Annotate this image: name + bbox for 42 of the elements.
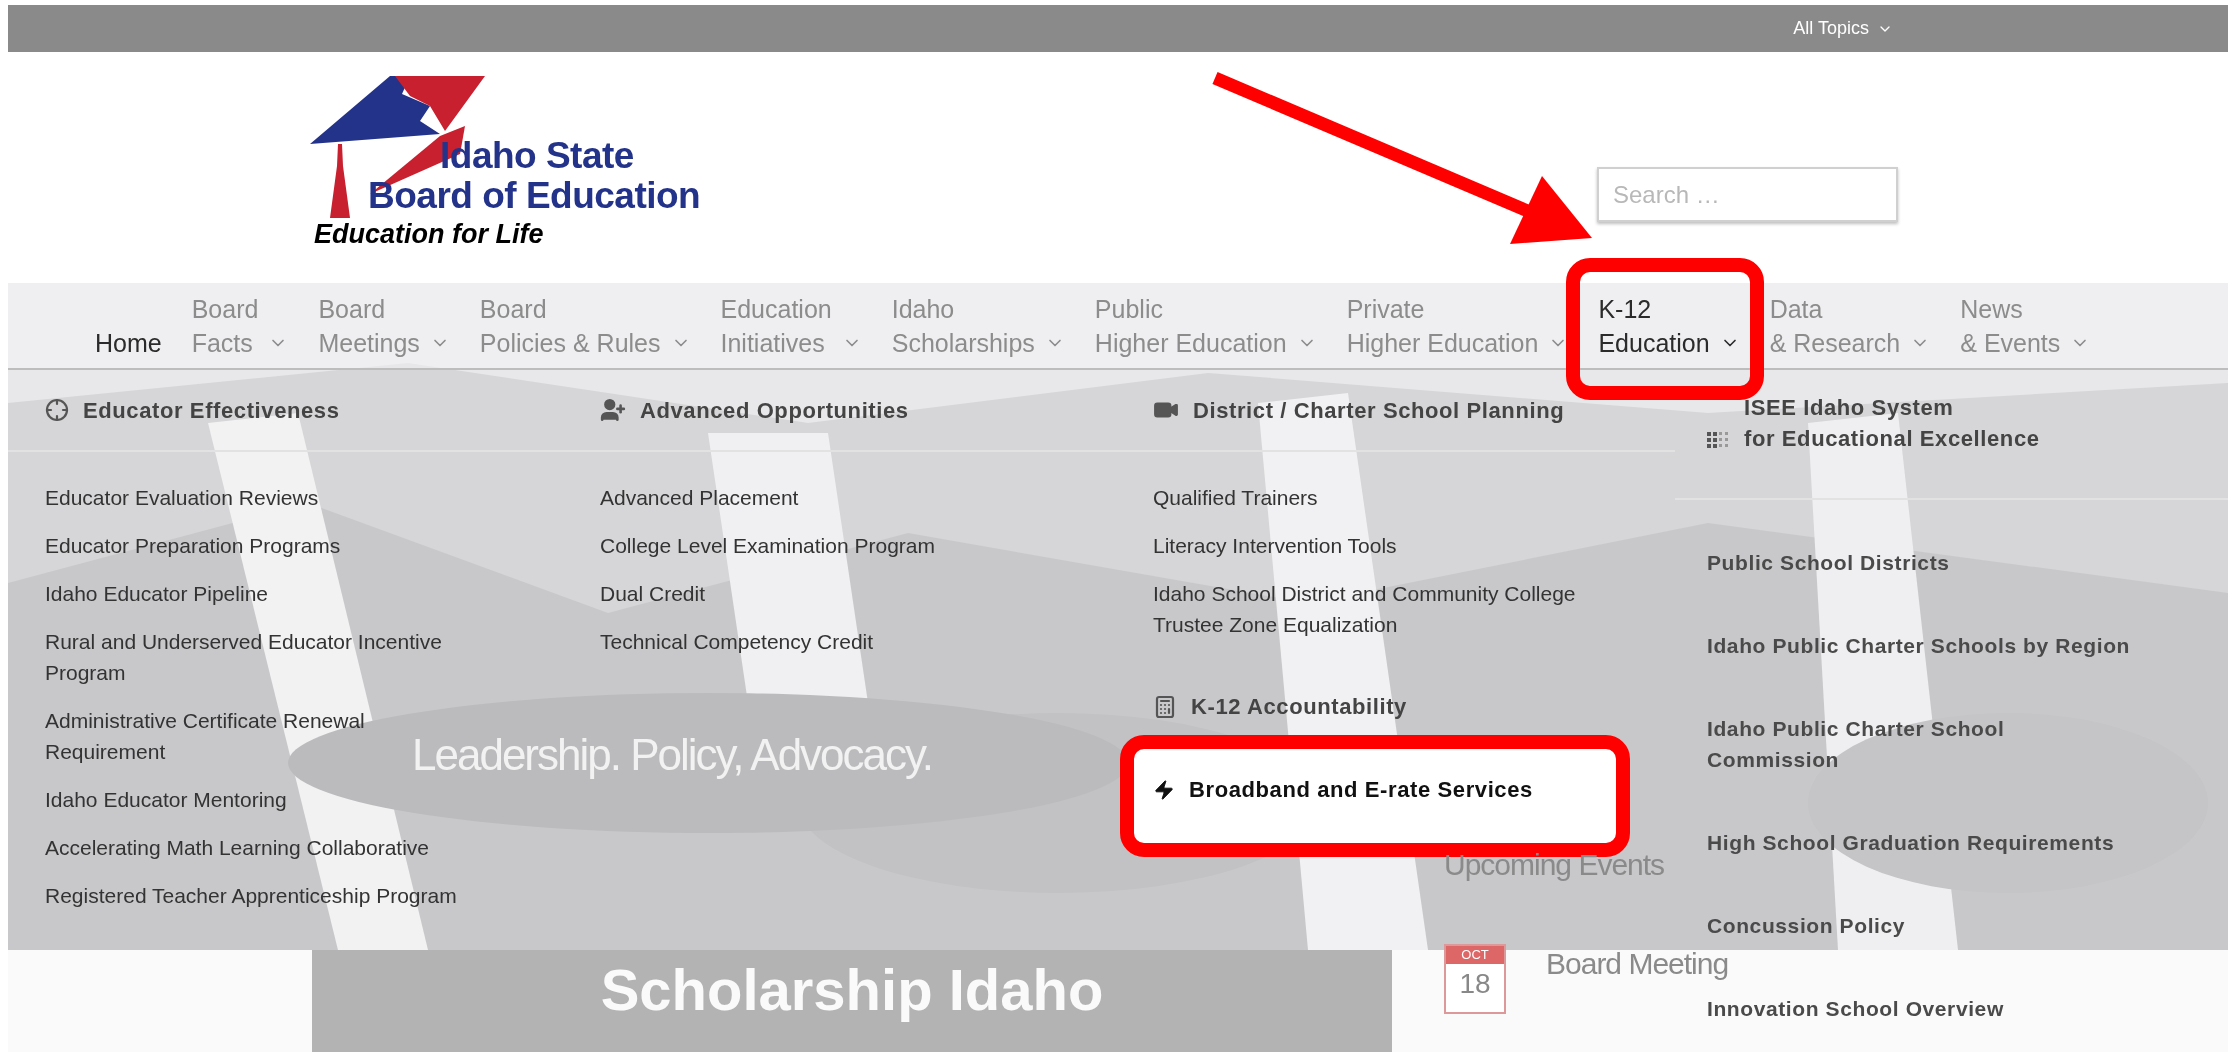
menu-link[interactable]: Idaho Public Charter School Commission <box>1707 713 2005 775</box>
events-title: Upcoming Events <box>1444 847 1665 883</box>
event-title: Board Meeting <box>1546 946 1729 982</box>
grid-dots-icon <box>1707 432 1730 448</box>
menu-link[interactable]: Qualified Trainers <box>1153 482 1318 513</box>
logo-title: Idaho State <box>439 136 635 176</box>
menu-link[interactable]: Innovation School Overview <box>1707 993 2004 1024</box>
section-heading[interactable]: Educator Effectiveness <box>83 393 340 427</box>
menu-link[interactable]: Educator Evaluation Reviews <box>45 482 319 513</box>
menu-link[interactable]: Literacy Intervention Tools <box>1153 530 1397 561</box>
menu-link[interactable]: Idaho Public Charter Schools by Region <box>1707 630 2131 661</box>
menu-link[interactable]: Registered Teacher Apprenticeship Program <box>45 880 457 911</box>
section-heading[interactable]: District / Charter School Planning <box>1193 393 1565 427</box>
logo-title: Board of Education <box>368 176 701 216</box>
menu-link[interactable]: Technical Competency Credit <box>600 626 874 657</box>
menu-link[interactable]: Concussion Policy <box>1707 910 1906 941</box>
section-heading[interactable]: Advanced Opportunities <box>640 393 909 427</box>
calculator-icon <box>1153 694 1177 719</box>
menu-link[interactable]: Advanced Placement <box>600 482 799 513</box>
menu-link[interactable]: Public School Districts <box>1707 547 1950 578</box>
nav-item[interactable]: K-12 Education <box>1598 292 1740 360</box>
section-heading[interactable]: ISEE Idaho System for Educational Excellence <box>1744 392 2040 454</box>
menu-link[interactable]: High School Graduation Requirements <box>1707 827 2115 858</box>
menu-link[interactable]: Rural and Underserved Educator Incentive Program <box>45 626 442 688</box>
menu-link[interactable]: Idaho Educator Mentoring <box>45 784 287 815</box>
date-badge: OCT 18 <box>1444 944 1506 1014</box>
menu-link[interactable]: Idaho Educator Pipeline <box>45 578 268 609</box>
scholarship-title: Scholarship Idaho <box>600 956 1104 1024</box>
menu-link[interactable]: Educator Preparation Programs <box>45 530 341 561</box>
menu-link[interactable]: Dual Credit <box>600 578 706 609</box>
crosshair-icon <box>45 398 69 422</box>
menu-link[interactable]: Idaho School District and Community College Trustee Zone Equalization <box>1153 578 1576 640</box>
menu-link[interactable]: College Level Examination Program <box>600 530 935 561</box>
section-heading[interactable]: Broadband and E-rate Services <box>1189 773 1533 806</box>
search-field[interactable]: Search … <box>1597 167 1898 222</box>
logo-tagline: Education for Life <box>313 218 545 250</box>
section-heading[interactable]: K-12 Accountability <box>1191 690 1407 723</box>
menu-link[interactable]: Accelerating Math Learning Collaborative <box>45 832 430 863</box>
lightning-icon <box>1153 778 1175 801</box>
menu-link[interactable]: Administrative Certificate Renewal Requirement <box>45 705 365 767</box>
nav-item[interactable]: Home <box>95 292 162 360</box>
user-plus-icon <box>600 397 626 423</box>
